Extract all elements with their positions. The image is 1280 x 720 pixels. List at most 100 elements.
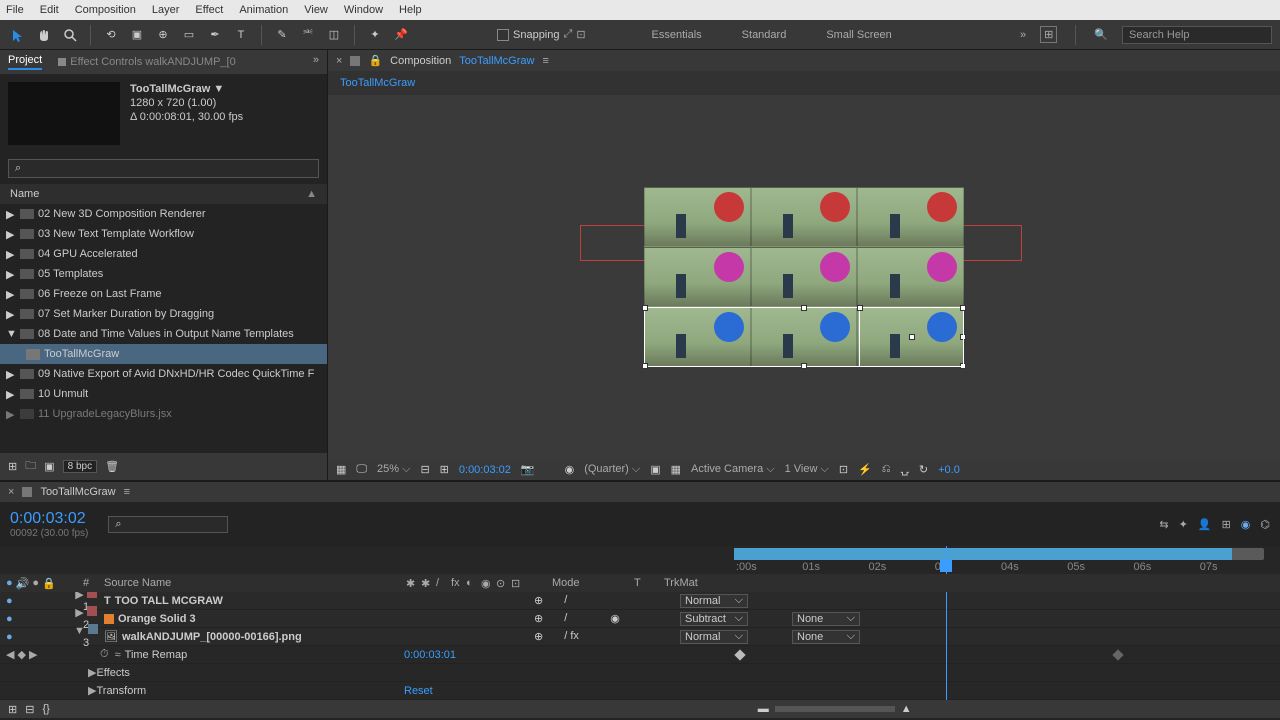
menu-help[interactable]: Help [399, 4, 422, 16]
fast-preview-icon[interactable]: ⚡ [858, 463, 872, 476]
resolution-dropdown[interactable]: (Quarter) ⌵ [584, 463, 640, 476]
keyframe-nav[interactable]: ◀ ◆ ▶ [6, 648, 38, 661]
project-folder[interactable]: ▶03 New Text Template Workflow [0, 224, 327, 244]
layer-row[interactable]: ● ▼ 3 🖼 walkANDJUMP_[00000-00166].png ⊕/… [0, 628, 1280, 646]
grid-icon[interactable]: ⊞ [440, 463, 449, 476]
visibility-column-icon[interactable]: ● [6, 577, 13, 590]
eraser-tool-icon[interactable]: ◫ [324, 25, 344, 45]
menu-file[interactable]: File [6, 4, 24, 16]
work-area-bar[interactable] [734, 548, 1232, 560]
tab-project[interactable]: Project [8, 54, 42, 70]
roto-tool-icon[interactable]: ✦ [365, 25, 385, 45]
interpret-icon[interactable]: ⊞ [8, 460, 17, 473]
visibility-toggle[interactable]: ● [6, 613, 13, 625]
toggle-inout-icon[interactable]: {} [42, 703, 49, 715]
panel-overflow-icon[interactable]: » [313, 54, 319, 70]
pixel-aspect-icon[interactable]: ⊡ [839, 463, 848, 476]
type-tool-icon[interactable]: T [231, 25, 251, 45]
snapping-checkbox-icon[interactable] [497, 29, 509, 41]
brush-tool-icon[interactable]: ✎ [272, 25, 292, 45]
property-effects[interactable]: ▶ Effects [0, 664, 1280, 682]
workspace-small-screen[interactable]: Small Screen [826, 29, 891, 41]
blend-mode-dropdown[interactable]: Subtract⌵ [680, 612, 748, 626]
puppet-tool-icon[interactable]: 📌 [391, 25, 411, 45]
project-folder[interactable]: ▼08 Date and Time Values in Output Name … [0, 324, 327, 344]
workspace-reset-icon[interactable]: ⊞ [1040, 26, 1057, 43]
property-time-remap[interactable]: ◀ ◆ ▶ ⏱ ≈ Time Remap 0:00:03:01 [0, 646, 1280, 664]
new-comp-icon[interactable]: ▣ [44, 460, 54, 473]
menu-animation[interactable]: Animation [239, 4, 288, 16]
flowchart-breadcrumb[interactable]: TooTallMcGraw [328, 71, 1280, 95]
project-folder[interactable]: ▶02 New 3D Composition Renderer [0, 204, 327, 224]
trkmat-dropdown[interactable]: None⌵ [792, 612, 860, 626]
lock-column-icon[interactable]: 🔒 [42, 577, 56, 590]
zoom-slider[interactable] [775, 706, 895, 712]
menu-view[interactable]: View [304, 4, 328, 16]
snapping-toggle[interactable]: Snapping ⤢ ⊡ [497, 28, 586, 41]
bpc-toggle[interactable]: 8 bpc [63, 460, 97, 473]
blend-mode-dropdown[interactable]: Normal⌵ [680, 594, 748, 608]
project-folder[interactable]: ▶06 Freeze on Last Frame [0, 284, 327, 304]
roi-icon[interactable]: ▣ [650, 463, 660, 476]
selection-handles-inner[interactable] [859, 307, 964, 367]
time-ruler[interactable]: :00s 01s 02s 03s 04s 05s 06s 07s [0, 546, 1280, 574]
project-folder[interactable]: ▶05 Templates [0, 264, 327, 284]
motion-blur-icon[interactable]: ◉ [1241, 518, 1251, 531]
menu-layer[interactable]: Layer [152, 4, 180, 16]
project-folder[interactable]: ▶04 GPU Accelerated [0, 244, 327, 264]
pan-behind-tool-icon[interactable]: ⊕ [153, 25, 173, 45]
zoom-in-icon[interactable]: ▲ [901, 703, 912, 715]
trash-icon[interactable]: 🗑 [105, 460, 119, 473]
search-help-input[interactable]: Search Help [1122, 26, 1272, 44]
timeline-icon[interactable]: ⎌ [882, 463, 891, 476]
menu-effect[interactable]: Effect [195, 4, 223, 16]
menu-edit[interactable]: Edit [40, 4, 59, 16]
snapshot-icon[interactable]: 📷 [521, 463, 535, 476]
graph-editor-icon[interactable]: ⌬ [1260, 518, 1270, 531]
viewer-comp-name[interactable]: TooTallMcGraw [459, 55, 534, 67]
channel-icon[interactable]: ◉ [565, 463, 575, 476]
blend-mode-dropdown[interactable]: Normal⌵ [680, 630, 748, 644]
project-folder[interactable]: ▶11 UpgradeLegacyBlurs.jsx [0, 404, 327, 424]
property-transform[interactable]: ▶ TransformReset [0, 682, 1280, 700]
clone-tool-icon[interactable]: ⎃ [298, 25, 318, 45]
workspace-overflow-icon[interactable]: » [1020, 29, 1026, 41]
project-comp-item[interactable]: TooTallMcGraw [0, 344, 327, 364]
current-time-display[interactable]: 0:00:03:02 [459, 464, 511, 476]
snapping-options-icon[interactable]: ⤢ [564, 28, 573, 41]
audio-column-icon[interactable]: 🔊 [16, 577, 30, 590]
workspace-essentials[interactable]: Essentials [652, 29, 702, 41]
project-folder[interactable]: ▶07 Set Marker Duration by Dragging [0, 304, 327, 324]
workspace-standard[interactable]: Standard [742, 29, 787, 41]
menu-window[interactable]: Window [344, 4, 383, 16]
time-navigator[interactable] [734, 548, 1264, 560]
layer-row[interactable]: ● ▶ 1 T TOO TALL MCGRAW ⊕/ Normal⌵ [0, 592, 1280, 610]
toggle-switches-icon[interactable]: ⊞ [8, 703, 17, 716]
comp-mini-flowchart-icon[interactable]: ⇆ [1159, 518, 1168, 531]
timeline-search-input[interactable]: ⌕ [108, 516, 228, 533]
viewer-menu-icon[interactable]: ≡ [542, 55, 548, 67]
current-time-indicator[interactable] [946, 546, 947, 574]
comp-preview-frame[interactable] [644, 187, 964, 367]
rect-tool-icon[interactable]: ▭ [179, 25, 199, 45]
draft3d-icon[interactable]: ✦ [1179, 518, 1188, 531]
orbit-tool-icon[interactable]: ⟲ [101, 25, 121, 45]
project-search-input[interactable]: ⌕ [8, 159, 319, 178]
selection-tool-icon[interactable] [8, 25, 28, 45]
shy-icon[interactable]: 👤 [1198, 518, 1212, 531]
pen-tool-icon[interactable]: ✒ [205, 25, 225, 45]
trkmat-dropdown[interactable]: None⌵ [792, 630, 860, 644]
solo-column-icon[interactable]: ● [32, 577, 39, 590]
keyframe-icon[interactable] [734, 649, 745, 660]
exposure-value[interactable]: +0.0 [938, 464, 960, 476]
hand-tool-icon[interactable] [34, 25, 54, 45]
close-tab-icon[interactable]: × [8, 486, 14, 498]
stopwatch-icon[interactable]: ⏱ [100, 648, 109, 661]
layer-row[interactable]: ● ▶ 2 Orange Solid 3 ⊕/◉ Subtract⌵ None⌵ [0, 610, 1280, 628]
new-folder-icon[interactable]: 🗀 [25, 457, 36, 476]
close-tab-icon[interactable]: × [336, 55, 342, 67]
flowchart-icon[interactable]: ⍽ [901, 463, 909, 476]
composition-canvas[interactable] [328, 95, 1280, 459]
cti-line[interactable] [946, 592, 947, 700]
toggle-modes-icon[interactable]: ⊟ [25, 703, 34, 716]
